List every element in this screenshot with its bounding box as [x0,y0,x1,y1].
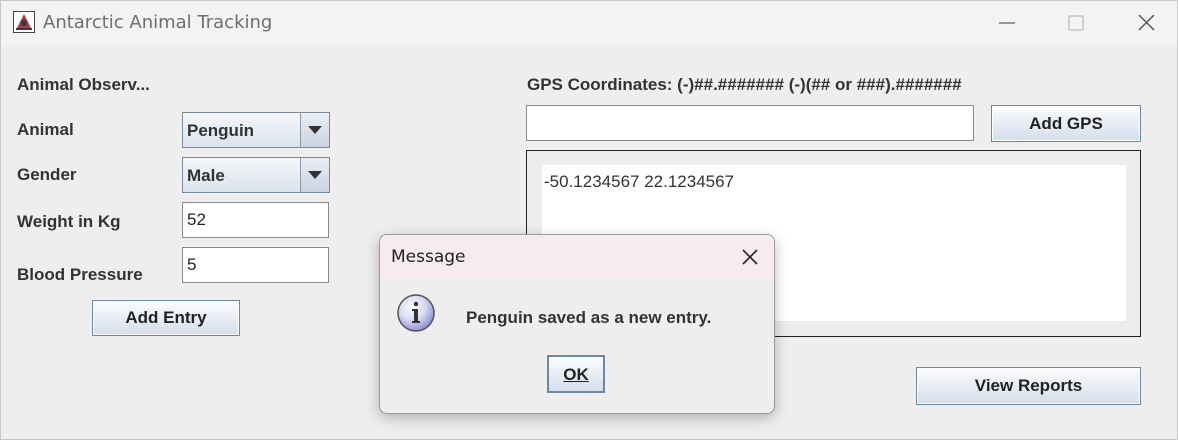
add-gps-button[interactable]: Add GPS [991,105,1141,142]
minimize-button[interactable] [984,7,1030,39]
blood-pressure-label: Blood Pressure [17,265,143,284]
view-reports-button[interactable]: View Reports [916,367,1141,405]
gps-input[interactable] [531,113,969,133]
gender-dropdown-arrow[interactable] [300,158,329,192]
animal-label: Animal [17,120,74,139]
chevron-down-icon [308,171,322,179]
dialog-close-button[interactable] [736,243,764,271]
blood-pressure-field[interactable] [182,247,329,283]
dialog-message: Penguin saved as a new entry. [466,308,712,327]
gender-label: Gender [17,165,77,184]
blood-pressure-input[interactable] [187,255,324,275]
window-title: Antarctic Animal Tracking [43,12,273,33]
maximize-button[interactable] [1053,7,1099,39]
gps-field[interactable] [526,105,974,141]
chevron-down-icon [308,126,322,134]
gps-list-item[interactable]: -50.1234567 22.1234567 [544,172,734,192]
gps-coordinates-label: GPS Coordinates: (-)##.####### (-)(## or… [527,75,962,94]
main-window: Antarctic Animal Tracking Animal Observ.… [0,0,1178,440]
close-icon [742,249,758,265]
minimize-icon [999,22,1015,24]
form-section-title: Animal Observ... [17,75,150,94]
close-button[interactable] [1123,7,1169,39]
add-entry-button[interactable]: Add Entry [92,300,240,336]
animal-dropdown[interactable]: Penguin [182,112,330,148]
weight-field[interactable] [182,202,329,238]
info-icon [396,293,436,333]
dialog-title: Message [391,247,466,267]
ok-button[interactable]: OK [547,355,605,393]
maximize-icon [1068,15,1084,31]
ok-button-label: OK [563,365,589,384]
title-bar[interactable]: Antarctic Animal Tracking [1,1,1177,45]
dialog-title-bar[interactable]: Message [380,235,774,278]
weight-input[interactable] [187,210,324,230]
animal-dropdown-value: Penguin [187,121,255,140]
weight-label: Weight in Kg [17,212,121,231]
java-app-icon [13,11,35,33]
gender-dropdown-value: Male [187,166,225,185]
gender-dropdown[interactable]: Male [182,157,330,193]
message-dialog: Message Penguin saved as a new entry. OK [379,234,775,414]
close-icon [1138,15,1155,31]
animal-dropdown-arrow[interactable] [300,113,329,147]
